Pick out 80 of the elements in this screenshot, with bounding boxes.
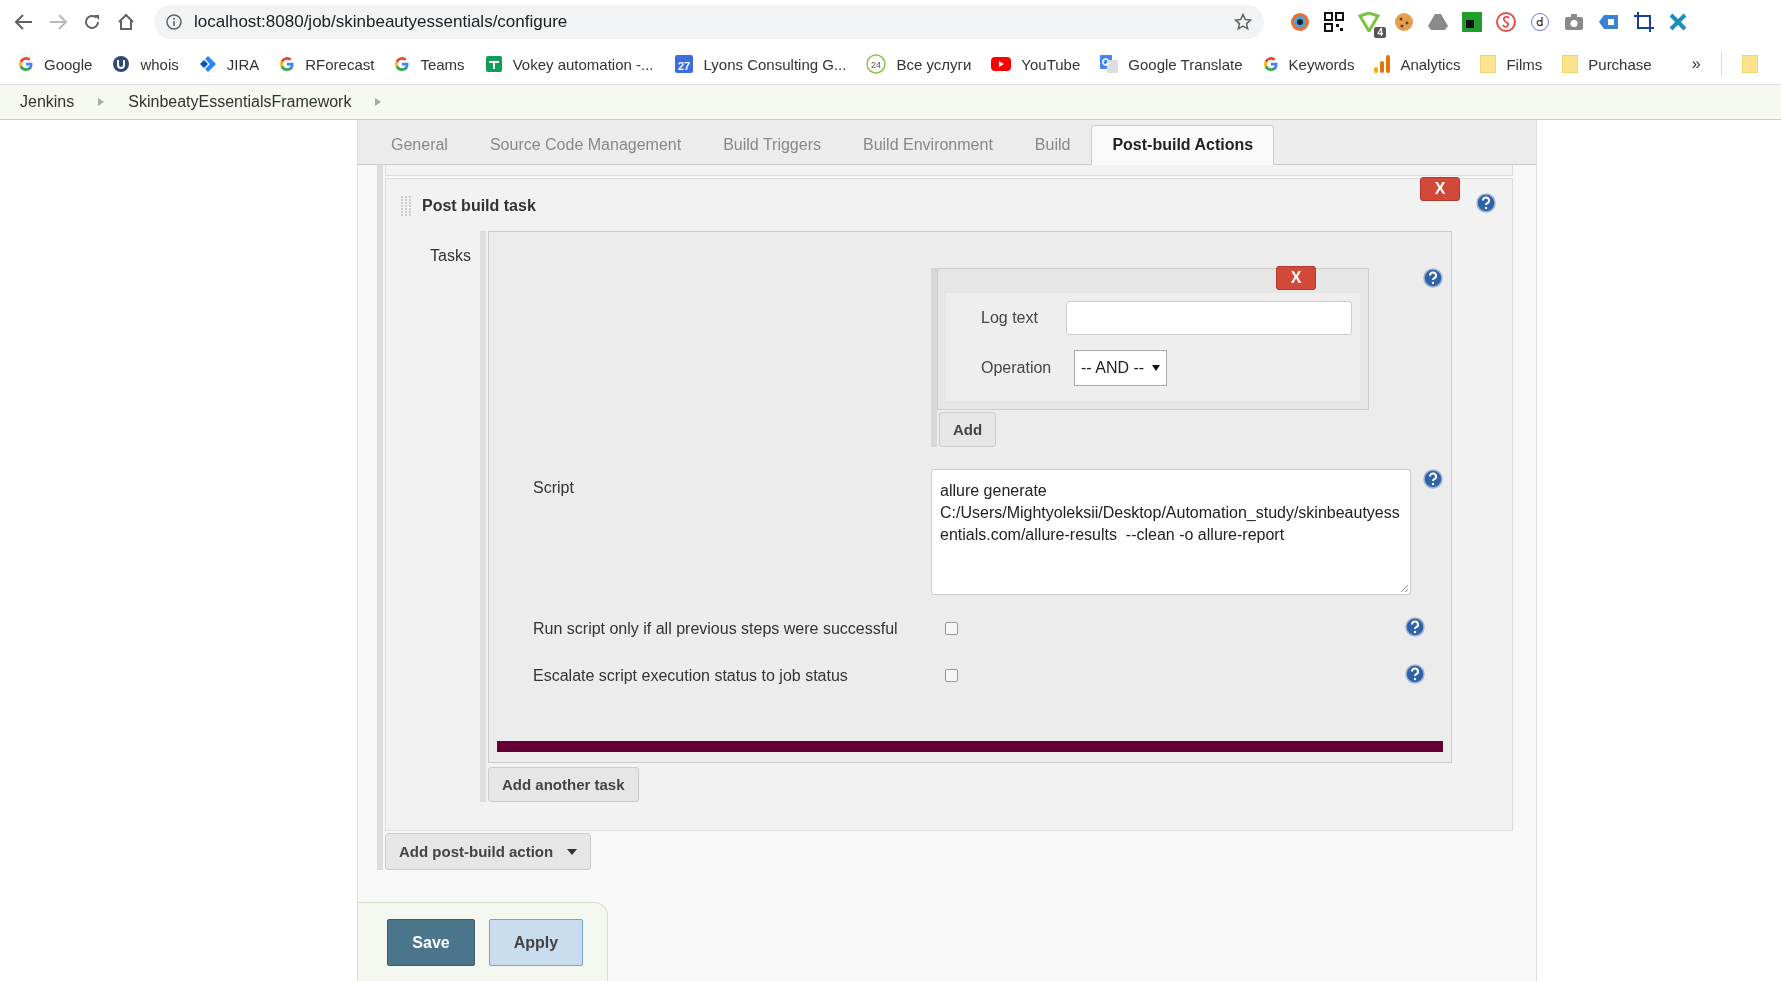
g-logo-icon [394, 56, 411, 72]
bookmark-link[interactable]: Analytics [1400, 55, 1461, 73]
triangle-icon[interactable] [1428, 13, 1448, 31]
extension-badge: 4 [1374, 27, 1386, 38]
circle-s-icon[interactable] [1496, 12, 1516, 32]
crop-icon[interactable] [1634, 12, 1654, 32]
bookmark-link[interactable]: Films [1506, 55, 1543, 73]
info-icon [166, 14, 182, 30]
camera-icon[interactable] [1564, 13, 1584, 31]
script-textarea[interactable]: allure generate C:/Users/Mightyoleksii/Desktop/Automation_study/skinbeautyessentials.com/allure-results --clean -o allure-report [931, 469, 1411, 595]
tag-icon[interactable] [1598, 13, 1620, 31]
folder-icon [1741, 55, 1758, 73]
tab[interactable]: Post-build Actions [1091, 125, 1275, 165]
cookie-icon[interactable] [1394, 12, 1414, 32]
help-icon[interactable] [1405, 616, 1425, 637]
sheet-icon [484, 55, 503, 73]
square-logo-icon[interactable] [1462, 12, 1482, 32]
bookmark-link[interactable]: Purchase [1588, 55, 1652, 73]
bookmark-link[interactable]: Vokey automation -... [512, 55, 654, 73]
caret-icon [567, 848, 578, 855]
circle-d-icon[interactable] [1530, 12, 1550, 32]
drag-handle-icon[interactable] [400, 195, 412, 217]
help-icon[interactable] [1423, 268, 1443, 288]
bookmark-link[interactable]: JIRA [226, 55, 260, 73]
checkbox[interactable] [945, 669, 958, 682]
field-label: Log text [980, 309, 1039, 327]
add-post-build-action-button[interactable]: Add post-build action [385, 833, 592, 870]
folder-icon [1562, 55, 1579, 73]
star-icon[interactable] [1234, 13, 1252, 31]
bookmark-link[interactable]: Keywords [1288, 55, 1355, 73]
home-icon[interactable] [117, 13, 135, 31]
overflow-chevron[interactable]: » [1691, 55, 1701, 73]
field-label: Operation [980, 359, 1053, 377]
jira-logo-icon [198, 55, 217, 73]
add-button[interactable]: Add [939, 412, 997, 447]
log-text-field[interactable] [1066, 301, 1352, 335]
folder-icon [1480, 55, 1497, 73]
bookmark-link[interactable]: Все услуги [896, 55, 972, 73]
help-icon[interactable] [1476, 193, 1496, 213]
eye-icon[interactable] [1290, 12, 1310, 32]
x-tool-icon[interactable] [1668, 12, 1688, 32]
delete-button[interactable]: X [1276, 266, 1316, 290]
url-text: localhost:8080/job/skinbeautyessentials/configure [194, 12, 569, 32]
g-logo-icon [279, 56, 296, 72]
tasks-label: Tasks [430, 247, 471, 264]
bookmark-link[interactable]: Google [44, 55, 93, 73]
bookmark-link[interactable]: Teams [420, 55, 465, 73]
add-another-task-button[interactable]: Add another task [488, 767, 639, 802]
apply-button[interactable]: Apply [489, 919, 583, 966]
breadcrumb-link[interactable]: SkinbeatyEssentialsFramework [128, 93, 352, 111]
script-label: Script [533, 479, 574, 496]
delete-button[interactable]: X [1420, 177, 1460, 201]
bookmark-link[interactable]: Google Translate [1128, 55, 1243, 73]
g-logo-icon [1262, 56, 1279, 72]
save-button[interactable]: Save [387, 919, 475, 966]
play-icon [991, 57, 1012, 71]
ring-icon: 24 [866, 54, 887, 74]
help-icon[interactable] [1405, 663, 1425, 684]
section-title: Post build task [422, 197, 536, 215]
bookmark-link[interactable]: whois [140, 55, 179, 73]
option-label: Run script only if all previous steps were successful [532, 619, 899, 638]
g-logo-icon [18, 56, 34, 72]
help-icon[interactable] [1423, 469, 1443, 489]
address-bar[interactable]: localhost:8080/job/skinbeautyessentials/configure [154, 5, 1264, 39]
calendar-icon: 27 [673, 54, 694, 74]
bookmark-link[interactable]: RForecast [305, 55, 375, 73]
translate-icon [1100, 55, 1119, 73]
operation-dropdown[interactable]: -- AND -- [1074, 350, 1168, 386]
option-label: Escalate script execution status to job status [532, 666, 849, 685]
bar-chart-icon [1374, 55, 1391, 73]
bookmark-link[interactable]: Lyons Consulting G... [703, 55, 847, 73]
bookmark-link[interactable]: YouTube [1021, 55, 1081, 73]
breadcrumb-link[interactable]: Jenkins [20, 93, 75, 111]
resize-grip-icon[interactable] [1400, 584, 1409, 593]
back-icon[interactable] [15, 14, 33, 30]
qr-code-icon[interactable] [1324, 12, 1344, 32]
whois-logo-icon [112, 55, 131, 73]
checkbox[interactable] [945, 622, 958, 635]
caret-icon [1152, 365, 1161, 371]
reload-icon[interactable] [83, 13, 101, 31]
